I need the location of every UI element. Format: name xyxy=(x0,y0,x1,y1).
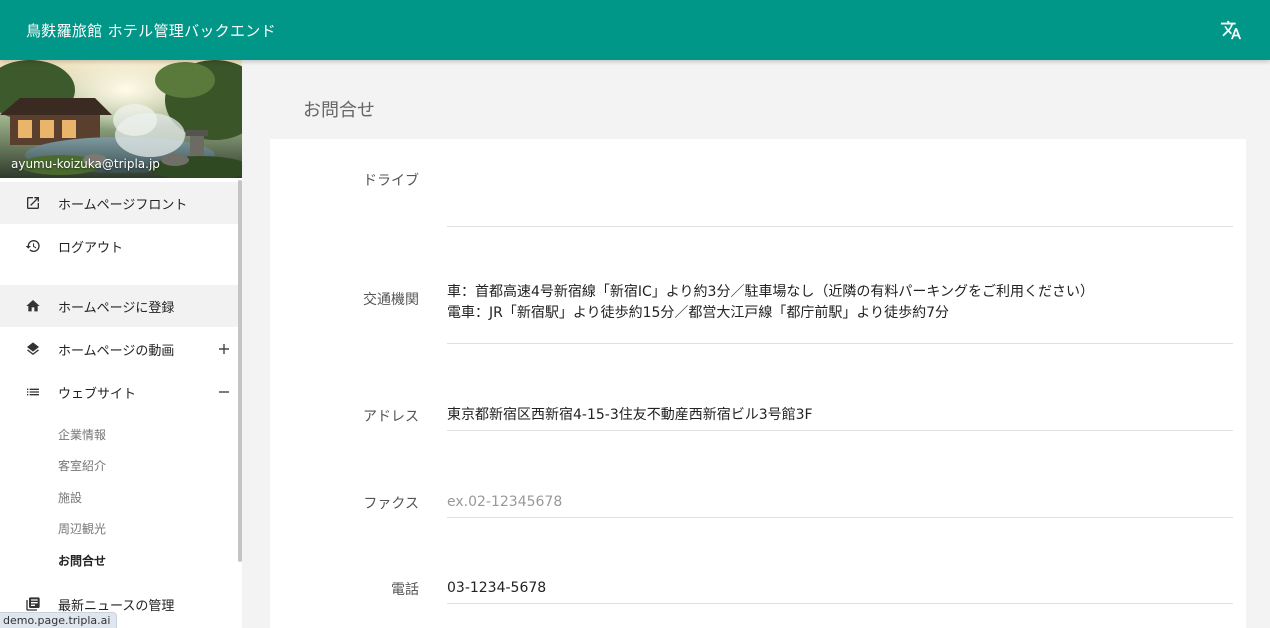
transport-field-underline xyxy=(447,343,1233,344)
sidebar-item-register-homepage[interactable]: ホームページに登録 xyxy=(0,285,238,327)
sidebar-item-logout[interactable]: ログアウト xyxy=(0,225,238,267)
page-title: お問合せ xyxy=(303,100,375,121)
sidebar-subitem-facilities[interactable]: 施設 xyxy=(58,489,82,506)
transport-line-car: 車：首都高速4号新宿線「新宿IC」より約3分／駐車場なし（近隣の有料パーキングを… xyxy=(447,284,1095,300)
translate-button[interactable] xyxy=(1218,17,1244,43)
external-link-icon xyxy=(24,194,42,212)
home-icon xyxy=(24,297,42,315)
sidebar-scrollbar[interactable] xyxy=(238,180,242,562)
field-label-drive: ドライブ xyxy=(363,173,419,189)
transport-line-train: 電車：JR「新宿駅」より徒歩約15分／都営大江戸線「都庁前駅」より徒歩約7分 xyxy=(447,305,950,321)
sidebar-subitem-sightseeing[interactable]: 周辺観光 xyxy=(58,520,106,537)
sidebar-item-label: ログアウト xyxy=(58,240,124,256)
sidebar-hero-image: ayumu-koizuka@tripla.jp xyxy=(0,60,242,178)
sidebar-subitem-rooms[interactable]: 客室紹介 xyxy=(58,457,106,474)
expand-plus-icon[interactable] xyxy=(216,341,232,357)
phone-field[interactable]: 03-1234-5678 xyxy=(447,578,1233,599)
address-field-underline xyxy=(447,430,1233,431)
address-field[interactable]: 東京都新宿区西新宿4-15-3住友不動産西新宿ビル3号館3F xyxy=(447,405,1233,426)
field-label-transport: 交通機関 xyxy=(363,292,419,308)
fax-field[interactable]: ex.02-12345678 xyxy=(447,492,1233,513)
status-bar-url: demo.page.tripla.ai xyxy=(0,612,118,628)
drive-field-underline xyxy=(447,226,1233,227)
sidebar-item-label: ホームページの動画 xyxy=(58,343,175,359)
fax-field-underline xyxy=(447,517,1233,518)
contact-form-card xyxy=(270,139,1246,628)
sidebar-item-homepage-front[interactable]: ホームページフロント xyxy=(0,182,238,224)
layers-icon xyxy=(24,340,42,358)
sidebar-item-label: ホームページに登録 xyxy=(58,300,175,316)
sidebar-item-label: ウェブサイト xyxy=(58,386,137,402)
sidebar-subitem-contact[interactable]: お問合せ xyxy=(58,552,106,569)
sidebar-subitem-company-info[interactable]: 企業情報 xyxy=(58,426,106,443)
sidebar-item-label: 最新ニュースの管理 xyxy=(58,598,175,614)
field-label-address: アドレス xyxy=(363,409,419,425)
top-app-bar: 鳥麩羅旅館 ホテル管理バックエンド xyxy=(0,0,1270,60)
history-icon xyxy=(24,237,42,255)
phone-field-underline xyxy=(447,603,1233,604)
list-icon xyxy=(24,383,42,401)
app-title: 鳥麩羅旅館 ホテル管理バックエンド xyxy=(26,21,276,40)
sidebar: ayumu-koizuka@tripla.jp ホームページフロント ログアウト… xyxy=(0,60,242,628)
sidebar-item-homepage-video[interactable]: ホームページの動画 xyxy=(0,328,238,370)
field-label-phone: 電話 xyxy=(391,582,419,598)
field-label-fax: ファクス xyxy=(363,496,419,512)
collapse-minus-icon[interactable] xyxy=(216,384,232,400)
user-email: ayumu-koizuka@tripla.jp xyxy=(11,157,160,171)
sidebar-item-website[interactable]: ウェブサイト xyxy=(0,371,238,413)
transport-field[interactable]: 車：首都高速4号新宿線「新宿IC」より約3分／駐車場なし（近隣の有料パーキングを… xyxy=(447,282,1233,324)
news-icon xyxy=(24,595,42,613)
translate-icon xyxy=(1220,20,1242,40)
sidebar-item-label: ホームページフロント xyxy=(58,197,188,213)
